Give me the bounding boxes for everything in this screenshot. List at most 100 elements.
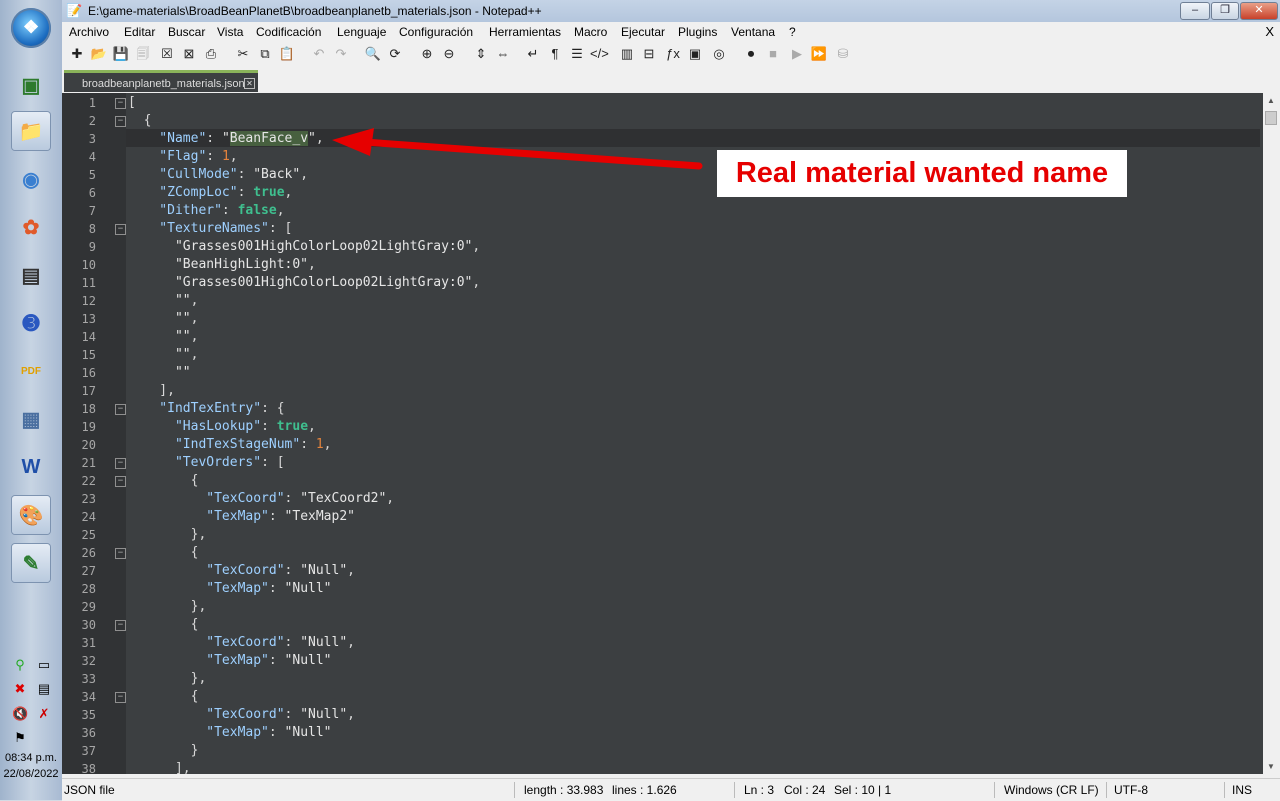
pdf-icon[interactable]: PDF xyxy=(12,352,50,390)
code-line[interactable]: "TexMap": "Null" xyxy=(128,652,331,670)
save-all-icon[interactable]: 🗐 xyxy=(134,45,152,63)
menu-configuracin[interactable]: Configuración xyxy=(399,25,473,39)
code-line[interactable]: "BeanHighLight:0", xyxy=(128,256,316,274)
code-line[interactable]: }, xyxy=(128,670,207,688)
usb-icon[interactable]: ⚲ xyxy=(12,657,28,673)
redo-icon[interactable]: ↷ xyxy=(332,45,350,63)
code-line[interactable]: "Grasses001HighColorLoop02LightGray:0", xyxy=(128,238,480,256)
code-line[interactable]: "TextureNames": [ xyxy=(128,220,292,238)
fold-toggle-icon[interactable]: − xyxy=(115,98,126,109)
code-line[interactable]: "", xyxy=(128,292,199,310)
code-line[interactable]: ], xyxy=(128,760,191,774)
code-line[interactable]: "TexMap": "Null" xyxy=(128,724,331,742)
save-macro-icon[interactable]: ⛁ xyxy=(834,45,852,63)
code-line[interactable]: "CullMode": "Back", xyxy=(128,166,308,184)
vertical-scrollbar[interactable]: ▲ ▼ xyxy=(1263,93,1280,774)
find-icon[interactable]: 🔍 xyxy=(364,45,382,63)
fold-toggle-icon[interactable]: − xyxy=(115,116,126,127)
menu-codificacin[interactable]: Codificación xyxy=(256,25,321,39)
record-macro-icon[interactable]: ⏺ xyxy=(742,45,760,63)
code-line[interactable]: "TexMap": "TexMap2" xyxy=(128,508,355,526)
menu-macro[interactable]: Macro xyxy=(574,25,607,39)
menu-ventana[interactable]: Ventana xyxy=(731,25,775,39)
sync-horizontal-icon[interactable]: ⇔ xyxy=(494,45,512,63)
code-line[interactable]: [ xyxy=(128,94,136,112)
scroll-down-icon[interactable]: ▼ xyxy=(1267,762,1275,771)
status-ins[interactable]: INS xyxy=(1232,783,1252,797)
code-line[interactable]: "TexCoord": "Null", xyxy=(128,634,355,652)
menu-help[interactable]: ? xyxy=(789,25,796,39)
run-macro-multiple-icon[interactable]: ⏩ xyxy=(810,45,828,63)
map-icon[interactable]: ▥ xyxy=(618,45,636,63)
code-line[interactable]: ], xyxy=(128,382,175,400)
close-all-icon[interactable]: ⊠ xyxy=(180,45,198,63)
code-line[interactable]: "" xyxy=(128,364,191,382)
code-line[interactable]: "IndTexStageNum": 1, xyxy=(128,436,332,454)
code-line[interactable]: "IndTexEntry": { xyxy=(128,400,284,418)
maximize-button[interactable]: ❐ xyxy=(1211,2,1239,20)
code-line[interactable]: }, xyxy=(128,526,207,544)
code-line[interactable]: { xyxy=(128,616,199,634)
sync-vertical-icon[interactable]: ⇕ xyxy=(472,45,490,63)
code-line[interactable]: "Flag": 1, xyxy=(128,148,237,166)
code-line[interactable]: { xyxy=(128,112,152,130)
word-wrap-icon[interactable]: ↵ xyxy=(524,45,542,63)
chrome-icon[interactable]: ◉ xyxy=(12,160,50,198)
code-line[interactable]: "", xyxy=(128,310,199,328)
close-document-button[interactable]: X xyxy=(1265,24,1274,39)
notepadpp-icon[interactable]: ✎ xyxy=(12,544,50,582)
terminal-icon[interactable]: ▣ xyxy=(12,66,50,104)
fold-toggle-icon[interactable]: − xyxy=(115,692,126,703)
paint-icon[interactable]: 🎨 xyxy=(12,496,50,534)
show-all-chars-icon[interactable]: ¶ xyxy=(546,45,564,63)
stop-record-icon[interactable]: ■ xyxy=(764,45,782,63)
folder-workspace-icon[interactable]: ▣ xyxy=(686,45,704,63)
tab-close-icon[interactable]: ✕ xyxy=(244,78,255,89)
code-line[interactable]: { xyxy=(128,688,199,706)
close-button[interactable]: ✕ xyxy=(1240,2,1278,20)
scrollbar-thumb[interactable] xyxy=(1265,111,1277,125)
function-list-icon[interactable]: ƒx xyxy=(664,45,682,63)
new-file-icon[interactable]: ✚ xyxy=(68,45,86,63)
clock[interactable]: 08:34 p.m. 22/08/2022 xyxy=(0,750,62,782)
status-eol[interactable]: Windows (CR LF) xyxy=(1004,783,1099,797)
volume-muted-icon[interactable]: 🔇 xyxy=(12,706,28,722)
network-disconnected-icon[interactable]: ✗ xyxy=(36,706,52,722)
code-line[interactable]: "Dither": false, xyxy=(128,202,284,220)
status-encoding[interactable]: UTF-8 xyxy=(1114,783,1148,797)
zoom-out-icon[interactable]: ⊖ xyxy=(440,45,458,63)
menu-vista[interactable]: Vista xyxy=(217,25,243,39)
menu-ejecutar[interactable]: Ejecutar xyxy=(621,25,665,39)
scroll-up-icon[interactable]: ▲ xyxy=(1267,96,1275,105)
code-line[interactable]: "", xyxy=(128,346,199,364)
open-file-icon[interactable]: 📂 xyxy=(90,45,108,63)
menu-archivo[interactable]: Archivo xyxy=(69,25,109,39)
fold-toggle-icon[interactable]: − xyxy=(115,404,126,415)
paste-icon[interactable]: 📋 xyxy=(278,45,296,63)
start-button[interactable]: ❖ xyxy=(11,8,51,48)
fold-toggle-icon[interactable]: − xyxy=(115,620,126,631)
code-line[interactable]: "", xyxy=(128,328,199,346)
code-line[interactable]: { xyxy=(128,472,199,490)
code-line[interactable]: "TexCoord": "TexCoord2", xyxy=(128,490,394,508)
menu-buscar[interactable]: Buscar xyxy=(168,25,205,39)
code-line[interactable]: "TexCoord": "Null", xyxy=(128,706,355,724)
xml-tag-icon[interactable]: </> xyxy=(590,45,609,63)
copy-icon[interactable]: ⧉ xyxy=(256,45,274,63)
console-icon[interactable]: ▤ xyxy=(12,256,50,294)
save-icon[interactable]: 💾 xyxy=(112,45,130,63)
photos-icon[interactable]: ✿ xyxy=(12,208,50,246)
threed-icon[interactable]: ➌ xyxy=(12,304,50,342)
menu-lenguaje[interactable]: Lenguaje xyxy=(337,25,386,39)
code-line[interactable]: }, xyxy=(128,598,207,616)
word-icon[interactable]: W xyxy=(12,448,50,486)
undo-icon[interactable]: ↶ xyxy=(310,45,328,63)
folder-icon[interactable]: 📁 xyxy=(12,112,50,150)
print-icon[interactable]: ⎙ xyxy=(202,45,220,63)
code-line[interactable]: "TevOrders": [ xyxy=(128,454,285,472)
menu-herramientas[interactable]: Herramientas xyxy=(489,25,561,39)
code-line[interactable]: "TexCoord": "Null", xyxy=(128,562,355,580)
close-icon[interactable]: ☒ xyxy=(158,45,176,63)
code-line[interactable]: "Grasses001HighColorLoop02LightGray:0", xyxy=(128,274,480,292)
tab-broadbeanplanetb-materials[interactable]: broadbeanplanetb_materials.json ✕ xyxy=(64,70,258,92)
